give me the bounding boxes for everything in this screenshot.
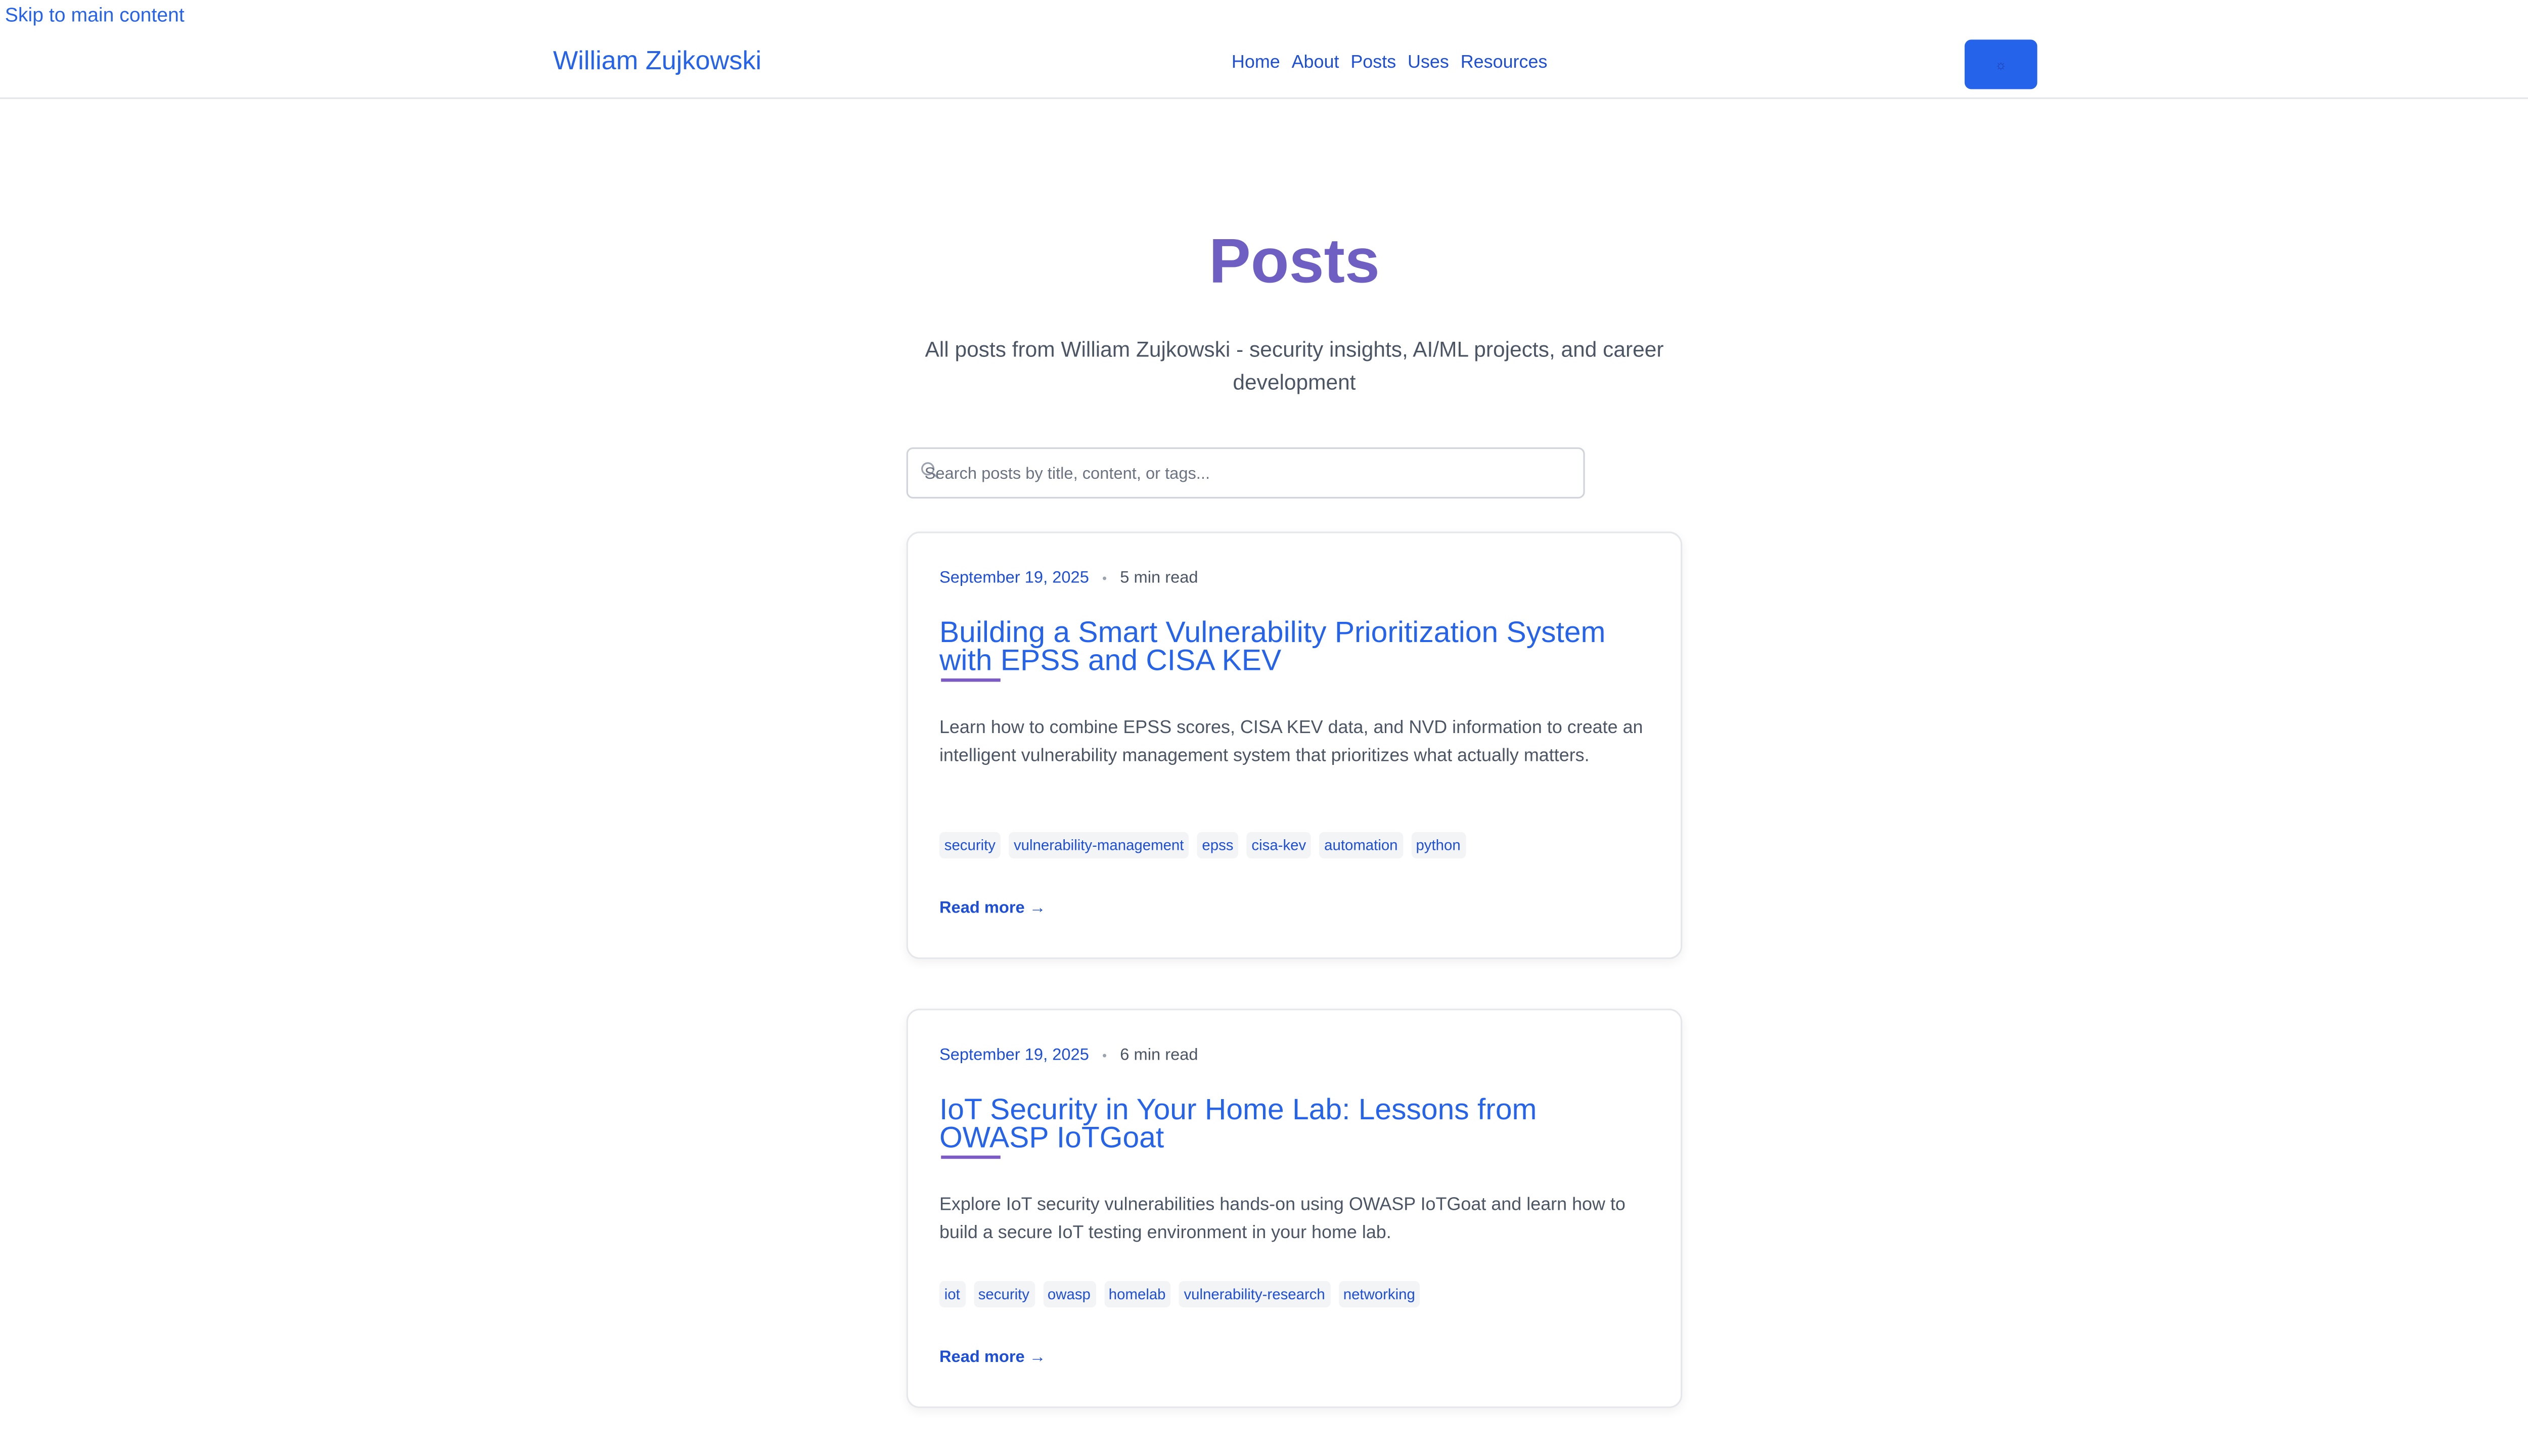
meta-separator: • (1102, 571, 1107, 586)
tag[interactable]: networking (1338, 1281, 1420, 1308)
post-meta: September 19, 2025 • 5 min read (939, 570, 1198, 588)
tag[interactable]: vulnerability-research (1179, 1281, 1330, 1308)
nav-uses-link[interactable]: Uses (1408, 53, 1449, 72)
tag[interactable]: homelab (1104, 1281, 1171, 1308)
site-title-link[interactable]: William Zujkowski (553, 48, 761, 78)
main-nav: Home About Posts Uses Resources (1232, 53, 1547, 72)
sun-icon: ☼ (1995, 57, 2007, 72)
post-title-link[interactable]: IoT Security in Your Home Lab: Lessons f… (939, 1095, 1633, 1152)
post-title-link[interactable]: Building a Smart Vulnerability Prioritiz… (939, 617, 1633, 675)
nav-resources-link[interactable]: Resources (1461, 53, 1548, 72)
read-more-link[interactable]: Read more → (939, 900, 1046, 918)
post-meta: September 19, 2025 • 6 min read (939, 1046, 1198, 1065)
read-more-link[interactable]: Read more → (939, 1349, 1046, 1367)
tag[interactable]: owasp (1043, 1281, 1096, 1308)
page: Skip to main content William Zujkowski H… (0, 0, 2528, 1452)
tag[interactable]: security (939, 832, 1001, 858)
read-time: 5 min read (1120, 569, 1198, 588)
tag[interactable]: vulnerability-management (1009, 832, 1189, 858)
post-card: September 19, 2025 • 6 min read IoT Secu… (906, 1009, 1683, 1408)
post-tags: security vulnerability-management epss c… (939, 832, 1466, 858)
tag[interactable]: automation (1319, 832, 1403, 858)
tag[interactable]: python (1411, 832, 1466, 858)
post-date: September 19, 2025 (939, 569, 1089, 588)
nav-home-link[interactable]: Home (1232, 53, 1280, 72)
tag[interactable]: cisa-kev (1246, 832, 1312, 858)
post-card: September 19, 2025 • 5 min read Building… (906, 531, 1683, 960)
meta-separator: • (1102, 1048, 1107, 1063)
site-header: William Zujkowski Home About Posts Uses … (0, 0, 2528, 99)
tag[interactable]: epss (1197, 832, 1239, 858)
tag[interactable]: iot (939, 1281, 965, 1308)
post-excerpt: Explore IoT security vulnerabilities han… (939, 1195, 1626, 1243)
post-tags: iot security owasp homelab vulnerability… (939, 1281, 1420, 1308)
search-input[interactable] (924, 459, 1569, 489)
nav-posts-link[interactable]: Posts (1350, 53, 1396, 72)
search-box (906, 447, 1585, 499)
page-subtitle: All posts from William Zujkowski - secur… (925, 337, 1664, 395)
post-excerpt: Learn how to combine EPSS scores, CISA K… (939, 718, 1643, 766)
nav-about-link[interactable]: About (1292, 53, 1339, 72)
title-underline (941, 678, 1001, 682)
header-inner: William Zujkowski Home About Posts Uses … (518, 0, 2070, 99)
theme-toggle-button[interactable]: ☼ (1964, 39, 2038, 89)
post-date: September 19, 2025 (939, 1046, 1089, 1065)
tag[interactable]: security (973, 1281, 1034, 1308)
page-title: Posts (1209, 228, 1380, 297)
title-underline (941, 1155, 1001, 1159)
read-time: 6 min read (1120, 1046, 1198, 1065)
